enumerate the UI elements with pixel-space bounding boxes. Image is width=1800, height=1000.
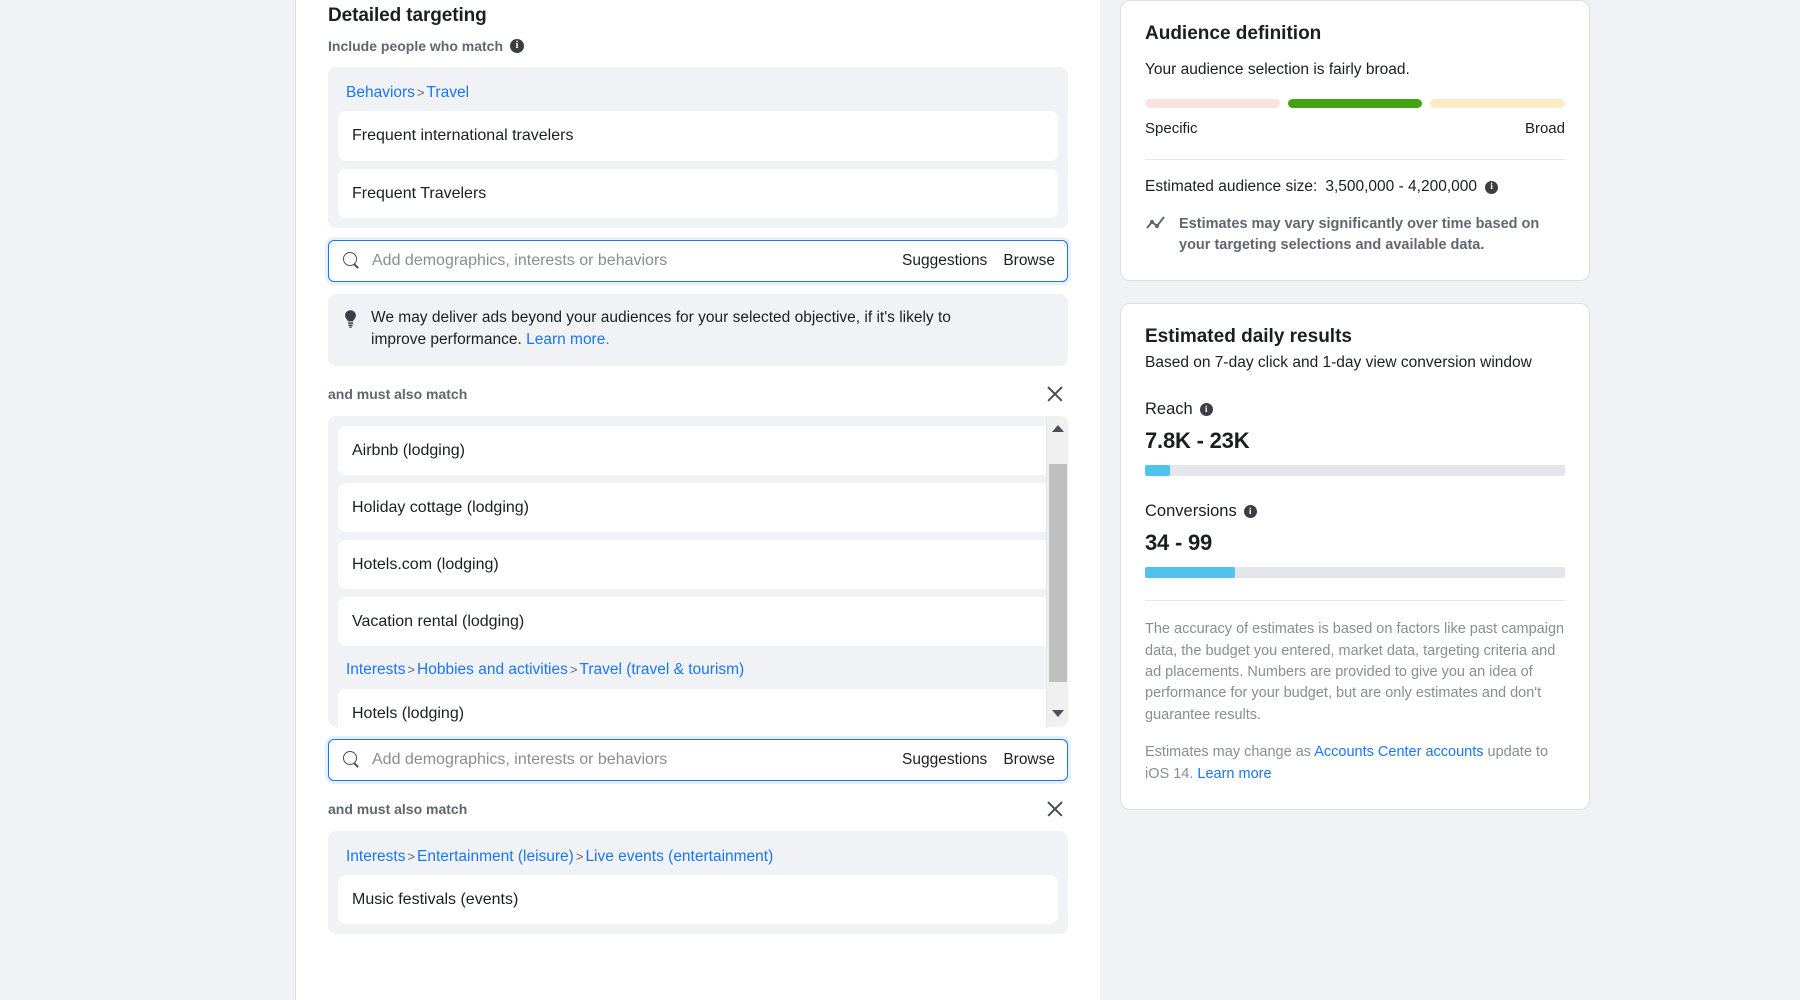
reach-label: Reach bbox=[1145, 400, 1193, 419]
targeting-chip[interactable]: Frequent international travelers bbox=[338, 111, 1058, 161]
conversions-label: Conversions bbox=[1145, 502, 1237, 521]
targeting-search-field-2[interactable]: Add demographics, interests or behaviors… bbox=[328, 738, 1068, 781]
breadcrumb-link[interactable]: Interests bbox=[346, 661, 405, 678]
reach-meter-fill bbox=[1145, 465, 1171, 477]
estimates-vary-note: Estimates may vary significantly over ti… bbox=[1145, 214, 1565, 255]
scroll-up-arrow-icon[interactable] bbox=[1047, 418, 1068, 440]
estimates-rail: Audience definition Your audience select… bbox=[1120, 0, 1590, 811]
estimated-audience-size-label: Estimated audience size: bbox=[1145, 178, 1318, 196]
conversions-meter bbox=[1145, 567, 1565, 579]
reach-meter bbox=[1145, 465, 1565, 477]
targeting-chip[interactable]: Holiday cottage (lodging) bbox=[338, 482, 1056, 533]
estimated-daily-results-card: Estimated daily results Based on 7-day c… bbox=[1120, 302, 1590, 811]
targeting-chip[interactable]: Hotels (lodging) bbox=[338, 688, 1056, 727]
browse-button[interactable]: Browse bbox=[1003, 252, 1055, 270]
and-must-also-match-label: and must also match bbox=[328, 800, 468, 817]
include-people-label: Include people who match i bbox=[328, 38, 1068, 54]
learn-more-link[interactable]: Learn more. bbox=[526, 331, 610, 348]
page-title: Detailed targeting bbox=[328, 5, 487, 26]
audience-definition-title: Audience definition bbox=[1145, 23, 1322, 44]
include-people-text: Include people who match bbox=[328, 38, 504, 54]
tip-body: We may deliver ads beyond your audiences… bbox=[371, 308, 951, 349]
and-must-also-match-row-2: and must also match bbox=[328, 796, 1068, 822]
breadcrumb-interests-live-events: Interests > Entertainment (leisure) > Live e… bbox=[338, 841, 1058, 875]
breadcrumb-separator: > bbox=[569, 662, 578, 678]
targeting-chip[interactable]: Frequent Travelers bbox=[338, 168, 1058, 218]
conversions-meter-fill bbox=[1145, 567, 1236, 579]
scroll-down-arrow-icon[interactable] bbox=[1047, 703, 1068, 725]
breadcrumb-separator: > bbox=[416, 85, 425, 100]
targeting-search-field-1[interactable]: Add demographics, interests or behaviors… bbox=[328, 239, 1068, 282]
breadcrumb-link[interactable]: Hobbies and activities bbox=[417, 661, 568, 678]
gauge-label-specific: Specific bbox=[1145, 120, 1198, 138]
gauge-segment-balanced bbox=[1287, 99, 1423, 109]
estimated-audience-size: Estimated audience size: 3,500,000 - 4,2… bbox=[1145, 178, 1565, 196]
reach-label-row: Reach i bbox=[1145, 400, 1565, 419]
close-icon[interactable] bbox=[1042, 796, 1068, 822]
audience-definition-subtitle: Your audience selection is fairly broad. bbox=[1145, 61, 1410, 78]
targeting-chip[interactable]: Music festivals (events) bbox=[338, 875, 1058, 925]
info-icon[interactable]: i bbox=[1485, 180, 1499, 194]
trend-line-icon bbox=[1145, 214, 1167, 237]
estimated-audience-size-value: 3,500,000 - 4,200,000 bbox=[1325, 178, 1478, 196]
breadcrumb-link[interactable]: Interests bbox=[346, 848, 405, 865]
info-icon[interactable]: i bbox=[1199, 403, 1213, 417]
breadcrumb-separator: > bbox=[407, 662, 416, 678]
reach-value: 7.8K - 23K bbox=[1145, 428, 1250, 454]
tip-text: We may deliver ads beyond your audiences… bbox=[371, 307, 951, 352]
search-icon bbox=[343, 751, 360, 768]
lightbulb-icon bbox=[342, 309, 359, 333]
audience-breadth-gauge bbox=[1145, 99, 1566, 109]
estimates-vary-text: Estimates may vary significantly over ti… bbox=[1179, 216, 1540, 254]
gauge-segment-broad bbox=[1430, 99, 1566, 109]
breadcrumb-separator: > bbox=[575, 848, 584, 864]
targeting-group-behaviors: Behaviors > Travel Frequent international … bbox=[328, 67, 1068, 228]
targeting-group-live-events: Interests > Entertainment (leisure) > Live e… bbox=[328, 830, 1068, 935]
targeting-chip[interactable]: Hotels.com (lodging) bbox=[338, 540, 1056, 590]
scrollbar[interactable] bbox=[1046, 415, 1068, 727]
breadcrumb-separator: > bbox=[407, 848, 416, 864]
divider bbox=[1145, 159, 1565, 161]
search-input[interactable]: Add demographics, interests or behaviors bbox=[372, 751, 902, 768]
targeting-chip[interactable]: Airbnb (lodging) bbox=[338, 425, 1056, 475]
suggestions-button[interactable]: Suggestions bbox=[902, 252, 987, 270]
breadcrumb-behaviors-travel: Behaviors > Travel bbox=[338, 77, 1058, 111]
close-icon[interactable] bbox=[1042, 381, 1068, 407]
breadcrumb-link[interactable]: Travel bbox=[427, 84, 470, 101]
estimated-daily-results-subtitle: Based on 7-day click and 1-day view conv… bbox=[1145, 353, 1532, 371]
breadcrumb-link[interactable]: Entertainment (leisure) bbox=[417, 848, 574, 865]
breadcrumb-link[interactable]: Live events (entertainment) bbox=[585, 848, 773, 865]
estimated-daily-results-title: Estimated daily results bbox=[1145, 325, 1352, 347]
ads-detailed-targeting-screen: Detailed targeting Include people who ma… bbox=[0, 0, 1800, 1000]
ios-14-note: Estimates may change as Accounts Center … bbox=[1145, 742, 1565, 785]
learn-more-link[interactable]: Learn more bbox=[1197, 766, 1271, 782]
gauge-segment-specific bbox=[1145, 99, 1280, 109]
targeting-chip[interactable]: Vacation rental (lodging) bbox=[338, 597, 1056, 647]
targeting-group-lodging: Airbnb (lodging) Holiday cottage (lodgin… bbox=[328, 415, 1068, 727]
breadcrumb-interests-travel: Interests > Hobbies and activities > Travel … bbox=[338, 654, 1056, 688]
detailed-targeting-column: Detailed targeting Include people who ma… bbox=[296, 0, 1100, 1000]
breadcrumb-link[interactable]: Behaviors bbox=[346, 84, 415, 101]
gauge-label-broad: Broad bbox=[1524, 120, 1565, 138]
accounts-center-link[interactable]: Accounts Center accounts bbox=[1314, 744, 1483, 760]
and-must-also-match-label: and must also match bbox=[328, 385, 468, 402]
search-icon bbox=[343, 252, 360, 269]
breadcrumb-link[interactable]: Travel (travel & tourism) bbox=[579, 661, 744, 678]
audience-definition-card: Audience definition Your audience select… bbox=[1120, 0, 1590, 281]
conversions-value: 34 - 99 bbox=[1145, 530, 1213, 556]
browse-button[interactable]: Browse bbox=[1003, 751, 1055, 769]
and-must-also-match-row-1: and must also match bbox=[328, 381, 1068, 407]
divider bbox=[1145, 600, 1565, 602]
advantage-detailed-targeting-tip: We may deliver ads beyond your audiences… bbox=[328, 293, 1068, 366]
ios-note-prefix: Estimates may change as bbox=[1145, 744, 1315, 761]
left-gutter bbox=[0, 0, 295, 1000]
accuracy-disclaimer: The accuracy of estimates is based on fa… bbox=[1145, 621, 1565, 723]
suggestions-button[interactable]: Suggestions bbox=[902, 751, 987, 769]
info-icon[interactable]: i bbox=[510, 39, 525, 53]
scrollbar-thumb[interactable] bbox=[1049, 463, 1067, 682]
search-input[interactable]: Add demographics, interests or behaviors bbox=[372, 252, 902, 269]
conversions-label-row: Conversions i bbox=[1145, 502, 1565, 521]
info-icon[interactable]: i bbox=[1243, 505, 1257, 519]
